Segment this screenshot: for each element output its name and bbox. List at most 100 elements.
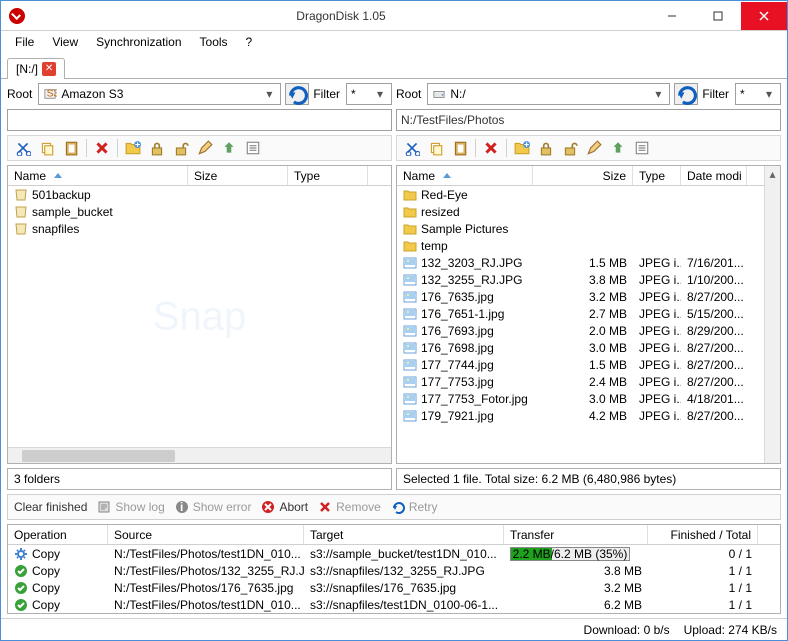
tab-nroot[interactable]: [N:/] ✕ (7, 58, 65, 79)
delete-button[interactable] (91, 137, 113, 159)
props-button[interactable] (631, 137, 653, 159)
list-item[interactable]: 176_7651-1.jpg 2.7 MB JPEG i... 5/15/200… (397, 305, 764, 322)
transfer-row[interactable]: Copy N:/TestFiles/Photos/132_3255_RJ.J..… (8, 562, 780, 579)
right-col-type[interactable]: Type (633, 166, 681, 185)
list-item[interactable]: temp (397, 237, 764, 254)
newfolder-button[interactable] (122, 137, 144, 159)
folder-icon (403, 188, 417, 202)
tcol-transfer[interactable]: Transfer (504, 525, 648, 544)
newfolder-button[interactable] (511, 137, 533, 159)
left-path-input[interactable] (7, 109, 392, 131)
right-scroll-y[interactable]: ▴ (764, 166, 780, 463)
menu-tools[interactable]: Tools (192, 33, 236, 51)
list-item[interactable]: 132_3203_RJ.JPG 1.5 MB JPEG i... 7/16/20… (397, 254, 764, 271)
tcol-source[interactable]: Source (108, 525, 304, 544)
tgt: s3://snapfiles/test1DN_0100-06-1... (310, 598, 498, 612)
list-item[interactable]: 177_7753.jpg 2.4 MB JPEG i... 8/27/200..… (397, 373, 764, 390)
edit-button[interactable] (194, 137, 216, 159)
upload-icon (221, 140, 237, 156)
list-item[interactable]: 176_7693.jpg 2.0 MB JPEG i... 8/29/200..… (397, 322, 764, 339)
left-file-list[interactable]: Name Size Type Snap 501backup sample_buc… (7, 165, 392, 464)
abort-button[interactable]: Abort (261, 500, 308, 514)
right-filter-combo[interactable]: * ▾ (735, 83, 781, 105)
tab-close-icon[interactable]: ✕ (42, 62, 56, 76)
list-item[interactable]: 176_7635.jpg 3.2 MB JPEG i... 8/27/200..… (397, 288, 764, 305)
src: N:/TestFiles/Photos/test1DN_010... (114, 598, 301, 612)
menu-file[interactable]: File (7, 33, 42, 51)
tcol-target[interactable]: Target (304, 525, 504, 544)
copy-button[interactable] (425, 137, 447, 159)
transfer-list[interactable]: Operation Source Target Transfer Finishe… (7, 524, 781, 614)
chevron-down-icon: ▾ (266, 87, 276, 101)
left-col-type[interactable]: Type (288, 166, 368, 185)
upload-button[interactable] (607, 137, 629, 159)
bucket-icon (14, 205, 28, 219)
show-error-button[interactable]: Show error (175, 500, 252, 514)
tcol-finished[interactable]: Finished / Total (648, 525, 758, 544)
file-size: 2.7 MB (589, 307, 627, 321)
right-col-size[interactable]: Size (533, 166, 633, 185)
left-col-size[interactable]: Size (188, 166, 288, 185)
remove-button[interactable]: Remove (318, 500, 381, 514)
lock-button[interactable] (535, 137, 557, 159)
folder-icon (403, 222, 417, 236)
edit-button[interactable] (583, 137, 605, 159)
lock-button[interactable] (146, 137, 168, 159)
list-item[interactable]: resized (397, 203, 764, 220)
list-item[interactable]: Sample Pictures (397, 220, 764, 237)
right-refresh-button[interactable] (674, 83, 698, 105)
list-item[interactable]: 501backup (8, 186, 391, 203)
unlock-button[interactable] (559, 137, 581, 159)
file-name: sample_bucket (32, 205, 113, 219)
transfer-row[interactable]: Copy N:/TestFiles/Photos/test1DN_010... … (8, 596, 780, 613)
image-icon (403, 307, 417, 321)
transfer-row[interactable]: Copy N:/TestFiles/Photos/test1DN_010... … (8, 545, 780, 562)
right-col-name[interactable]: Name (397, 166, 533, 185)
left-filter-combo[interactable]: * ▾ (346, 83, 392, 105)
left-root-combo[interactable]: Amazon S3 ▾ (38, 83, 281, 105)
tcol-operation[interactable]: Operation (8, 525, 108, 544)
chevron-down-icon: ▾ (766, 87, 776, 101)
delete-button[interactable] (480, 137, 502, 159)
upload-button[interactable] (218, 137, 240, 159)
right-path-input[interactable]: N:/TestFiles/Photos (396, 109, 781, 131)
menu-sync[interactable]: Synchronization (88, 33, 189, 51)
file-name: Sample Pictures (421, 222, 508, 236)
list-item[interactable]: sample_bucket (8, 203, 391, 220)
right-col-date[interactable]: Date modi (681, 166, 747, 185)
minimize-button[interactable] (649, 2, 695, 30)
right-file-list[interactable]: Name Size Type Date modi Red-Eye resized… (396, 165, 781, 464)
list-item[interactable]: 132_3255_RJ.JPG 3.8 MB JPEG i... 1/10/20… (397, 271, 764, 288)
right-status: Selected 1 file. Total size: 6.2 MB (6,4… (396, 468, 781, 490)
show-log-button[interactable]: Show log (97, 500, 164, 514)
list-item[interactable]: 177_7744.jpg 1.5 MB JPEG i... 8/27/200..… (397, 356, 764, 373)
props-icon (245, 140, 261, 156)
close-button[interactable] (741, 2, 787, 30)
list-item[interactable]: 176_7698.jpg 3.0 MB JPEG i... 8/27/200..… (397, 339, 764, 356)
delete-icon (94, 140, 110, 156)
folder-icon (403, 239, 417, 253)
menu-view[interactable]: View (44, 33, 86, 51)
clear-finished-button[interactable]: Clear finished (14, 500, 87, 514)
list-item[interactable]: Red-Eye (397, 186, 764, 203)
list-item[interactable]: snapfiles (8, 220, 391, 237)
list-item[interactable]: 179_7921.jpg 4.2 MB JPEG i... 8/27/200..… (397, 407, 764, 424)
left-col-name[interactable]: Name (8, 166, 188, 185)
paste-button[interactable] (60, 137, 82, 159)
left-scroll-x[interactable] (8, 447, 391, 463)
file-type: JPEG i... (639, 256, 681, 270)
copy-button[interactable] (36, 137, 58, 159)
paste-button[interactable] (449, 137, 471, 159)
props-button[interactable] (242, 137, 264, 159)
list-item[interactable]: 177_7753_Fotor.jpg 3.0 MB JPEG i... 4/18… (397, 390, 764, 407)
menu-help[interactable]: ? (238, 33, 261, 51)
cut-button[interactable] (401, 137, 423, 159)
left-refresh-button[interactable] (285, 83, 309, 105)
retry-button[interactable]: Retry (391, 500, 438, 514)
cut-button[interactable] (12, 137, 34, 159)
file-name: 132_3255_RJ.JPG (421, 273, 522, 287)
maximize-button[interactable] (695, 2, 741, 30)
transfer-row[interactable]: Copy N:/TestFiles/Photos/176_7635.jpg s3… (8, 579, 780, 596)
unlock-button[interactable] (170, 137, 192, 159)
right-root-combo[interactable]: N:/ ▾ (427, 83, 670, 105)
